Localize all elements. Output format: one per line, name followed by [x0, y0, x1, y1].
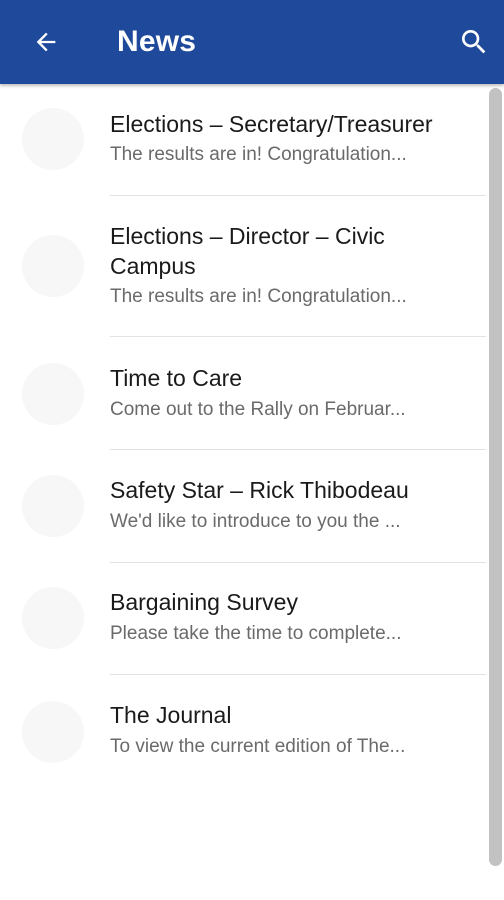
news-list: Elections – Secretary/Treasurer The resu…	[0, 84, 486, 900]
avatar	[22, 235, 84, 297]
avatar	[22, 587, 84, 649]
news-item[interactable]: The Journal To view the current edition …	[0, 675, 486, 787]
avatar	[22, 701, 84, 763]
news-item-title: Time to Care	[110, 365, 243, 391]
news-item[interactable]: Time to Care Come out to the Rally on Fe…	[0, 337, 486, 450]
scrollbar-thumb[interactable]	[489, 88, 502, 866]
news-item-snippet: The results are in! Congratulation...	[110, 286, 407, 307]
avatar	[22, 363, 84, 425]
news-item[interactable]: Safety Star – Rick Thibodeau We'd like t…	[0, 450, 486, 563]
news-item-title: Bargaining Survey	[110, 589, 298, 615]
news-item-snippet: Please take the time to complete...	[110, 623, 402, 644]
search-button[interactable]	[452, 22, 496, 62]
news-item-title: Elections – Director – Civic Campus	[110, 223, 385, 279]
page-title: News	[117, 25, 197, 58]
app-bar: News	[0, 0, 504, 84]
news-item-title: The Journal	[110, 702, 232, 728]
avatar	[22, 475, 84, 537]
news-item[interactable]: Bargaining Survey Please take the time t…	[0, 563, 486, 675]
news-item-snippet: The results are in! Congratulation...	[110, 144, 407, 165]
avatar	[22, 108, 84, 170]
back-button[interactable]	[24, 22, 68, 62]
news-item[interactable]: Elections – Director – Civic Campus The …	[0, 196, 486, 337]
search-icon	[462, 30, 486, 54]
news-item-title: Elections – Secretary/Treasurer	[110, 111, 433, 137]
news-item-snippet: We'd like to introduce to you the ...	[110, 511, 401, 532]
news-item-title: Safety Star – Rick Thibodeau	[110, 477, 409, 503]
arrow-left-icon	[36, 32, 56, 52]
news-item-snippet: To view the current edition of The...	[110, 736, 406, 757]
news-item-snippet: Come out to the Rally on Februar...	[110, 399, 406, 420]
news-item[interactable]: Elections – Secretary/Treasurer The resu…	[0, 84, 486, 196]
